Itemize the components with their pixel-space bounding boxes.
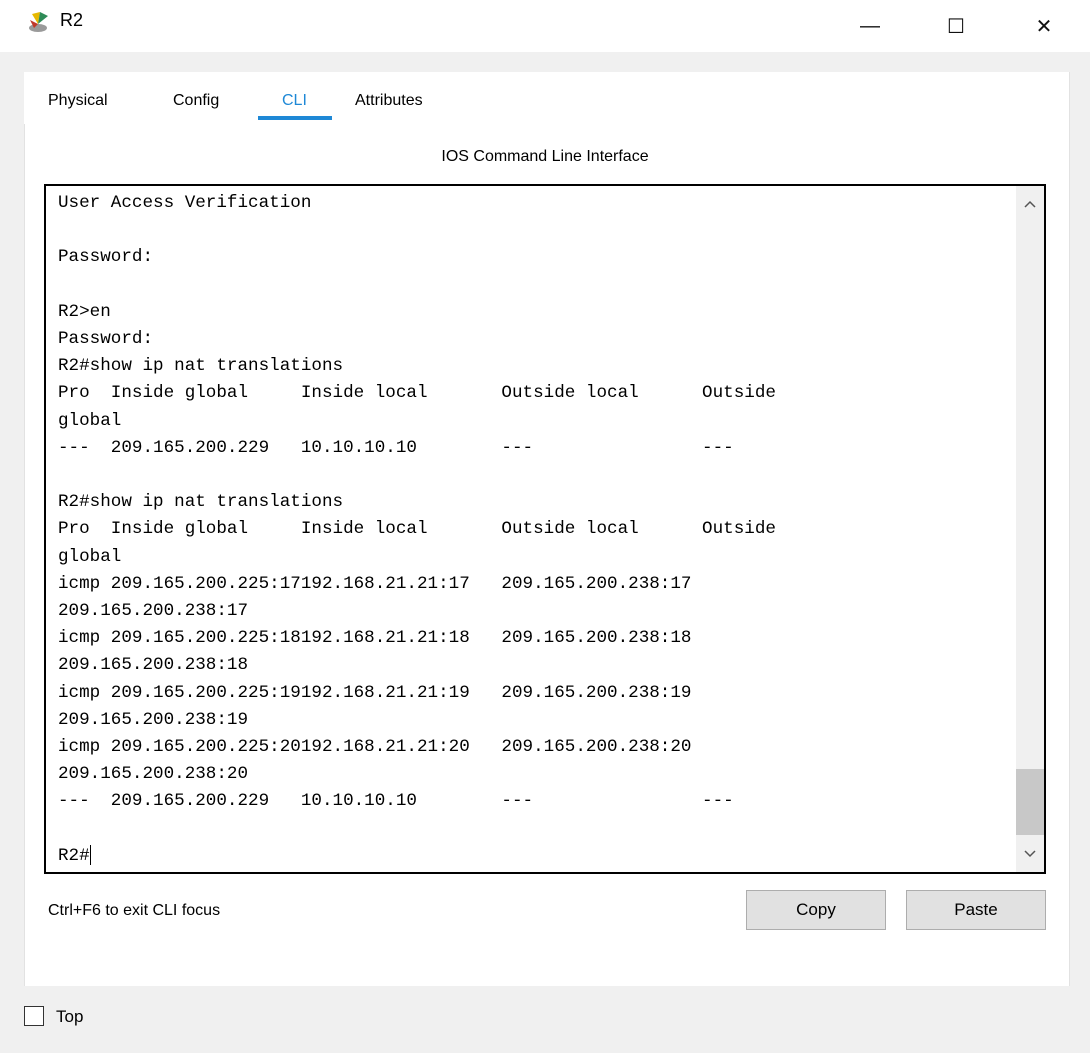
terminal-lines: User Access Verification Password: R2>en… <box>58 193 776 812</box>
scrollbar-thumb[interactable] <box>1016 769 1044 835</box>
top-checkbox[interactable] <box>24 1006 44 1026</box>
cli-terminal[interactable]: User Access Verification Password: R2>en… <box>44 184 1046 874</box>
title-bar: R2 — ☐ ✕ <box>0 0 1090 52</box>
cli-focus-hint: Ctrl+F6 to exit CLI focus <box>48 902 221 919</box>
terminal-output: User Access Verification Password: R2>en… <box>58 190 1008 870</box>
window-title: R2 <box>60 10 84 30</box>
cli-title: IOS Command Line Interface <box>441 148 649 165</box>
paste-button[interactable]: Paste <box>906 890 1046 930</box>
tab-physical[interactable]: Physical <box>48 92 108 110</box>
tab-cli[interactable]: CLI <box>282 92 307 110</box>
router-icon <box>29 12 48 32</box>
scroll-up-arrow-icon[interactable] <box>1016 190 1044 218</box>
tab-attributes[interactable]: Attributes <box>355 92 423 110</box>
scroll-down-arrow-icon[interactable] <box>1016 840 1044 868</box>
tab-config[interactable]: Config <box>173 92 219 110</box>
copy-button[interactable]: Copy <box>746 890 886 930</box>
top-checkbox-label: Top <box>56 1007 84 1026</box>
vertical-scrollbar[interactable] <box>1016 186 1044 872</box>
close-button[interactable]: ✕ <box>1014 0 1074 52</box>
minimize-button[interactable]: — <box>840 0 900 52</box>
terminal-prompt: R2# <box>58 845 90 866</box>
text-cursor <box>89 845 91 866</box>
active-tab-indicator <box>258 116 332 120</box>
tab-bar: Physical Config CLI Attributes <box>24 72 474 124</box>
maximize-button[interactable]: ☐ <box>926 0 986 52</box>
